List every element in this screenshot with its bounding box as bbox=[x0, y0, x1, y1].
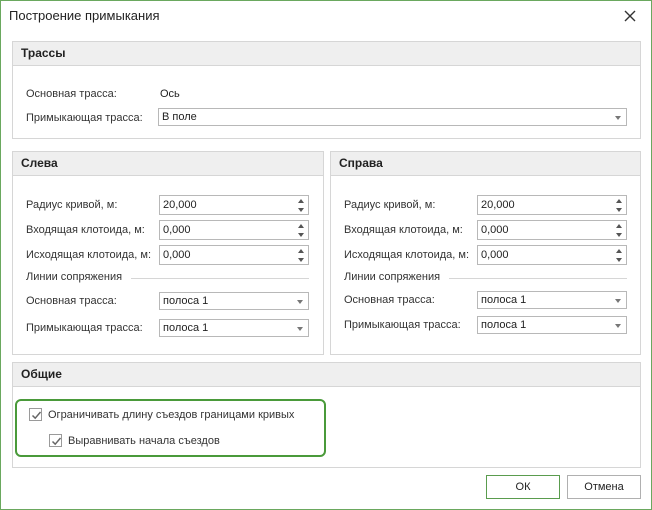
left-out-input[interactable]: 0,000 bbox=[159, 245, 309, 265]
spin-up-button[interactable] bbox=[612, 221, 626, 230]
dialog-window: Построение примыкания Трассы Основная тр… bbox=[0, 0, 652, 510]
align-label[interactable]: Выравнивать начала съездов bbox=[68, 435, 220, 447]
spin-down-button[interactable] bbox=[294, 230, 308, 239]
spin-down-button[interactable] bbox=[612, 205, 626, 214]
chevron-down-icon bbox=[616, 257, 622, 262]
chevron-down-icon bbox=[616, 207, 622, 212]
tracks-adjacent-label: Примыкающая трасса: bbox=[26, 112, 143, 124]
title-bar: Построение примыкания bbox=[1, 1, 651, 31]
spin-down-button[interactable] bbox=[612, 230, 626, 239]
right-main-label: Основная трасса: bbox=[344, 294, 435, 306]
tracks-main-value: Ось bbox=[160, 88, 180, 100]
chevron-down-icon bbox=[298, 207, 304, 212]
spin-up-button[interactable] bbox=[294, 246, 308, 255]
check-icon bbox=[31, 411, 42, 420]
spin-up-button[interactable] bbox=[294, 221, 308, 230]
close-icon bbox=[624, 10, 636, 22]
chevron-up-icon bbox=[616, 198, 622, 203]
left-group: Слева Радиус кривой, м: 20,000 Входящая … bbox=[12, 151, 324, 355]
right-in-input[interactable]: 0,000 bbox=[477, 220, 627, 240]
chevron-down-icon bbox=[298, 257, 304, 262]
right-radius-value: 20,000 bbox=[481, 199, 515, 211]
right-out-input[interactable]: 0,000 bbox=[477, 245, 627, 265]
spin-up-button[interactable] bbox=[612, 196, 626, 205]
highlight-frame bbox=[15, 399, 326, 457]
right-radius-label: Радиус кривой, м: bbox=[344, 199, 436, 211]
close-button[interactable] bbox=[619, 5, 641, 27]
right-adjacent-value: полоса 1 bbox=[481, 319, 527, 331]
right-in-value: 0,000 bbox=[481, 224, 509, 236]
general-header: Общие bbox=[13, 363, 640, 387]
left-out-value: 0,000 bbox=[163, 249, 191, 261]
right-radius-input[interactable]: 20,000 bbox=[477, 195, 627, 215]
left-adjacent-label: Примыкающая трасса: bbox=[26, 322, 143, 334]
limit-checkbox[interactable] bbox=[29, 408, 42, 421]
right-lines-divider bbox=[449, 278, 627, 279]
chevron-up-icon bbox=[298, 198, 304, 203]
left-in-value: 0,000 bbox=[163, 224, 191, 236]
right-header: Справа bbox=[331, 152, 640, 176]
left-main-value: полоса 1 bbox=[163, 295, 209, 307]
chevron-down-icon bbox=[615, 116, 621, 120]
chevron-up-icon bbox=[616, 223, 622, 228]
right-main-value: полоса 1 bbox=[481, 294, 527, 306]
right-adjacent-select[interactable]: полоса 1 bbox=[477, 316, 627, 334]
left-radius-input[interactable]: 20,000 bbox=[159, 195, 309, 215]
tracks-adjacent-value: В поле bbox=[162, 111, 197, 123]
spin-down-button[interactable] bbox=[612, 255, 626, 264]
tracks-group: Трассы Основная трасса: Ось Примыкающая … bbox=[12, 41, 641, 139]
chevron-down-icon bbox=[615, 324, 621, 328]
left-main-select[interactable]: полоса 1 bbox=[159, 292, 309, 310]
left-adjacent-select[interactable]: полоса 1 bbox=[159, 319, 309, 337]
spin-down-button[interactable] bbox=[294, 205, 308, 214]
right-out-label: Исходящая клотоида, м: bbox=[344, 249, 470, 261]
chevron-up-icon bbox=[298, 223, 304, 228]
left-radius-label: Радиус кривой, м: bbox=[26, 199, 118, 211]
left-adjacent-value: полоса 1 bbox=[163, 322, 209, 334]
chevron-down-icon bbox=[298, 232, 304, 237]
left-radius-value: 20,000 bbox=[163, 199, 197, 211]
chevron-down-icon bbox=[297, 327, 303, 331]
tracks-main-label: Основная трасса: bbox=[26, 88, 117, 100]
chevron-down-icon bbox=[297, 300, 303, 304]
window-title: Построение примыкания bbox=[9, 8, 160, 23]
right-adjacent-label: Примыкающая трасса: bbox=[344, 319, 461, 331]
right-out-value: 0,000 bbox=[481, 249, 509, 261]
left-header: Слева bbox=[13, 152, 323, 176]
align-checkbox[interactable] bbox=[49, 434, 62, 447]
right-group: Справа Радиус кривой, м: 20,000 Входящая… bbox=[330, 151, 641, 355]
spin-up-button[interactable] bbox=[294, 196, 308, 205]
tracks-adjacent-select[interactable]: В поле bbox=[158, 108, 627, 126]
ok-button[interactable]: ОК bbox=[486, 475, 560, 499]
spin-up-button[interactable] bbox=[612, 246, 626, 255]
left-in-input[interactable]: 0,000 bbox=[159, 220, 309, 240]
left-lines-label: Линии сопряжения bbox=[26, 271, 123, 283]
tracks-header: Трассы bbox=[13, 42, 640, 66]
chevron-up-icon bbox=[298, 248, 304, 253]
chevron-up-icon bbox=[616, 248, 622, 253]
right-main-select[interactable]: полоса 1 bbox=[477, 291, 627, 309]
left-lines-divider bbox=[131, 278, 309, 279]
chevron-down-icon bbox=[615, 299, 621, 303]
spin-down-button[interactable] bbox=[294, 255, 308, 264]
check-icon bbox=[51, 437, 62, 446]
right-in-label: Входящая клотоида, м: bbox=[344, 224, 463, 236]
left-main-label: Основная трасса: bbox=[26, 295, 117, 307]
chevron-down-icon bbox=[616, 232, 622, 237]
cancel-button[interactable]: Отмена bbox=[567, 475, 641, 499]
left-out-label: Исходящая клотоида, м: bbox=[26, 249, 152, 261]
right-lines-label: Линии сопряжения bbox=[344, 271, 441, 283]
left-in-label: Входящая клотоида, м: bbox=[26, 224, 145, 236]
limit-label[interactable]: Ограничивать длину съездов границами кри… bbox=[48, 409, 294, 421]
